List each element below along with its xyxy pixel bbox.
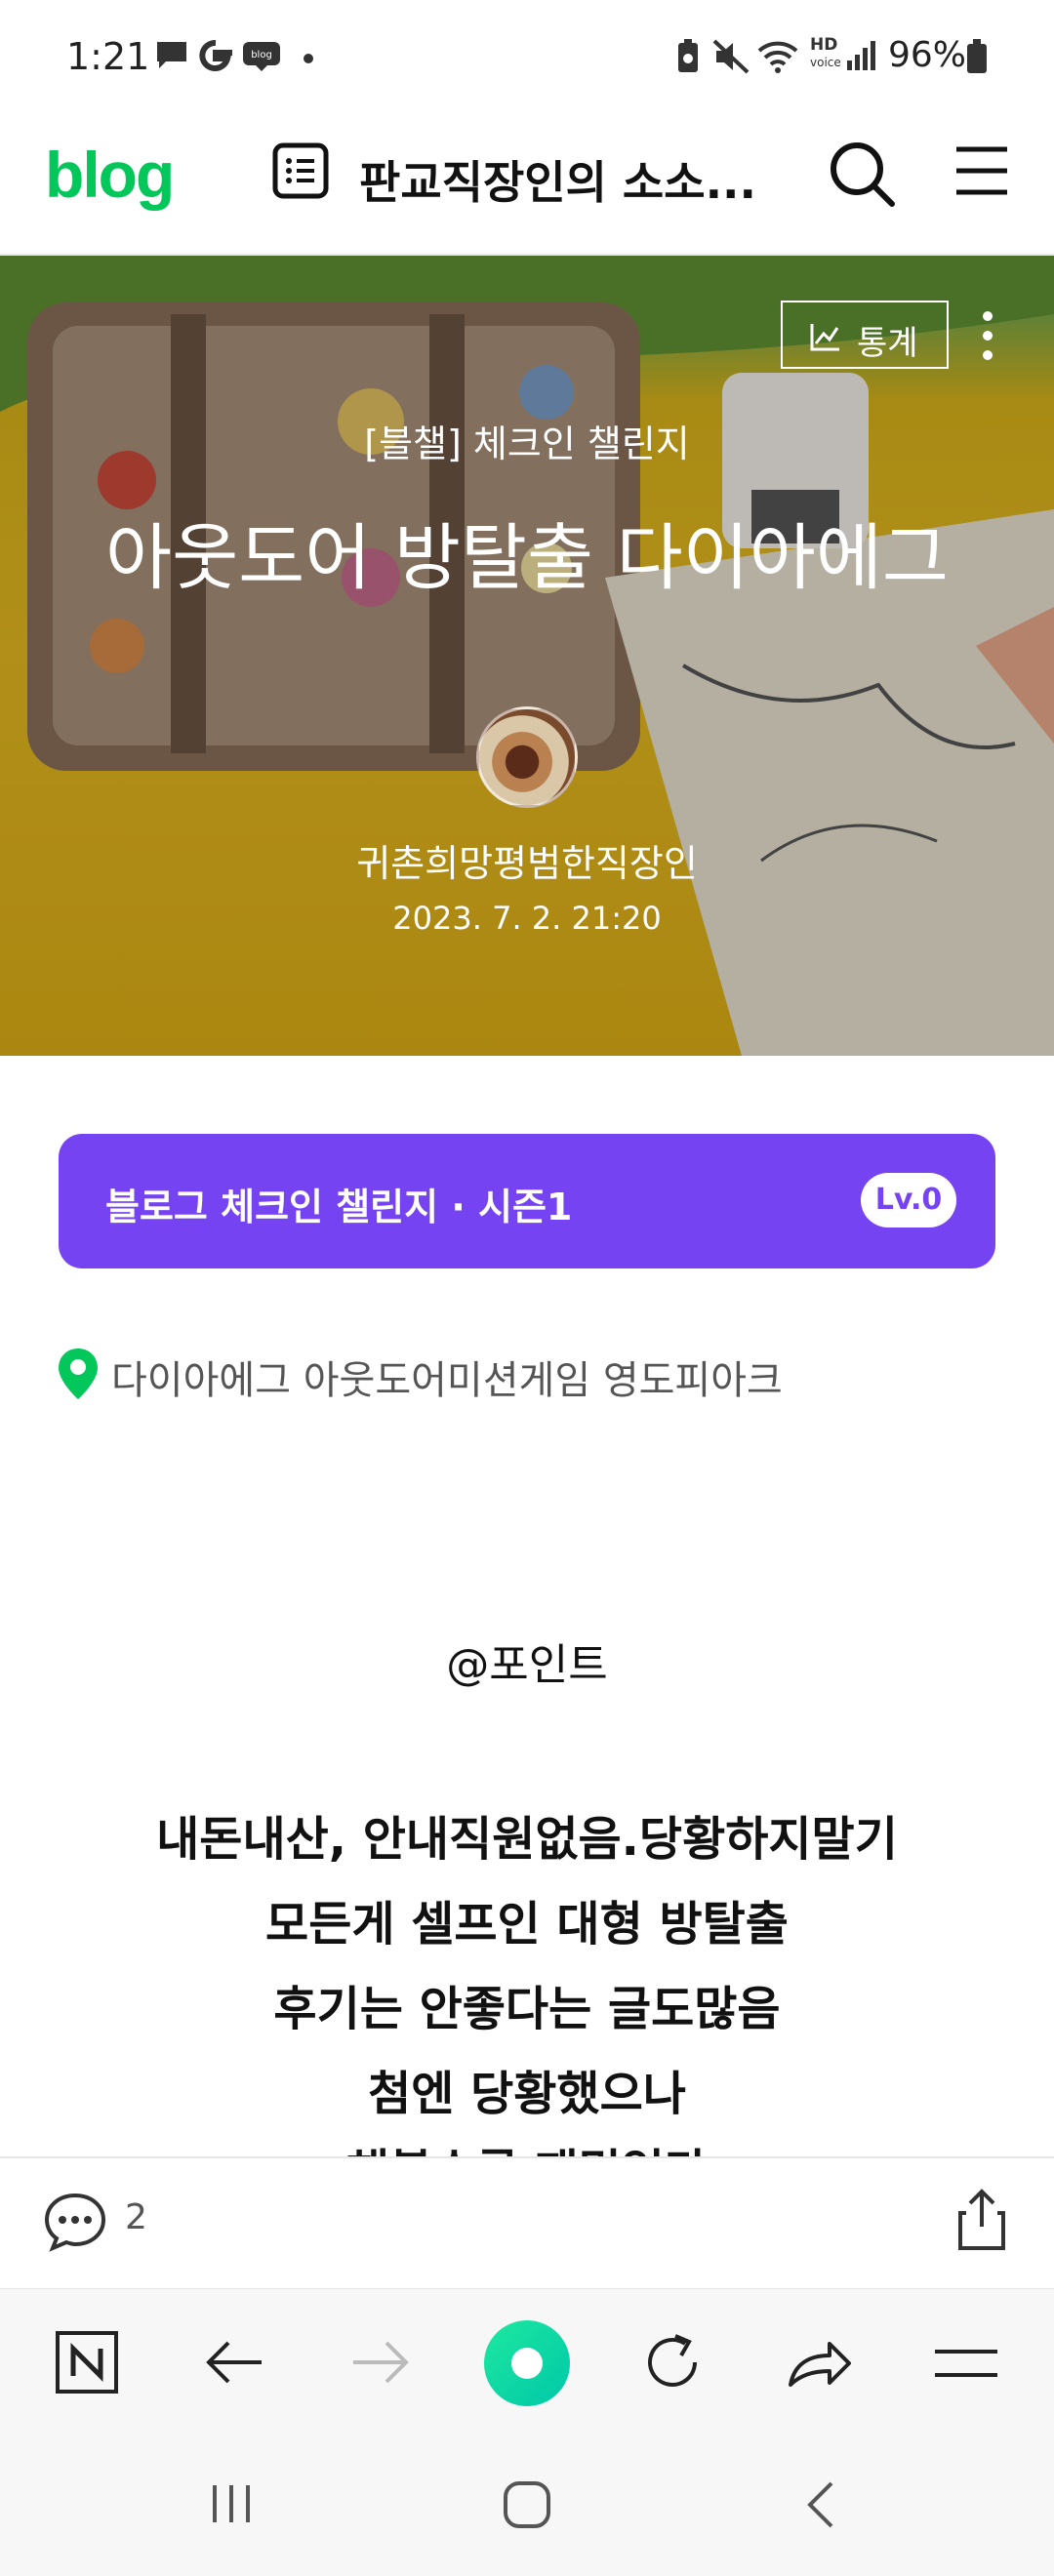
forward-arrow-icon[interactable] <box>351 2338 410 2387</box>
recent-apps-icon[interactable] <box>209 2481 254 2526</box>
body-line: 첨엔 당황했으나 <box>368 2067 686 2121</box>
post-hero: 통계 [블챌] 체크인 챌린지 아웃도어 방탈출 다이아에그 귀촌희망평범한직장… <box>0 256 1054 1056</box>
signal-icon <box>847 41 875 70</box>
body-line: 후기는 안좋다는 글도많음 <box>273 1982 781 2036</box>
location-pin-icon <box>59 1348 98 1399</box>
post-category[interactable]: [블챌] 체크인 챌린지 <box>0 414 1054 467</box>
status-bar: 1:21 blog HD voice 96% <box>0 0 1054 112</box>
android-navigation-bar <box>0 2435 1054 2576</box>
menu-icon[interactable] <box>954 141 1009 200</box>
hd-voice-icon: HD voice <box>810 35 841 70</box>
challenge-label: 블로그 체크인 챌린지 · 시즌1 <box>105 1186 573 1228</box>
body-line: 해볼수록 재밌었다 <box>0 2137 1054 2158</box>
post-date: 2023. 7. 2. 21:20 <box>392 900 662 937</box>
location-text: 다이아에그 아웃도어미션게임 영도피아크 <box>111 1358 783 1403</box>
back-arrow-icon[interactable] <box>205 2338 264 2387</box>
point-heading: @포인트 <box>446 1640 608 1690</box>
blog-icon: blog <box>243 42 280 71</box>
stats-label: 통계 <box>857 324 918 363</box>
home-button-icon[interactable] <box>502 2479 552 2530</box>
battery-percentage: 96% <box>888 35 967 75</box>
refresh-icon[interactable] <box>640 2330 705 2395</box>
stats-button[interactable]: 통계 <box>781 301 949 369</box>
body-line: 내돈내산, 안내직원없음.당황하지말기 <box>156 1812 898 1867</box>
green-dot-home-icon[interactable] <box>482 2318 572 2408</box>
browser-toolbar <box>0 2288 1054 2435</box>
author-name[interactable]: 귀촌희망평범한직장인 <box>0 833 1054 887</box>
battery-saver-icon <box>678 39 698 72</box>
back-nav-icon[interactable] <box>804 2479 837 2530</box>
svg-text:blog: blog <box>251 50 272 60</box>
blog-title[interactable]: 판교직장인의 소소... <box>359 147 756 212</box>
author-avatar[interactable] <box>476 706 578 808</box>
battery-icon <box>967 39 987 73</box>
share-forward-icon[interactable] <box>787 2336 853 2389</box>
body-line: 모든게 셀프인 대형 방탈출 <box>265 1897 789 1952</box>
dot-icon <box>304 54 313 63</box>
post-title: 아웃도어 방탈출 다이아에그 <box>104 516 949 600</box>
comment-bar: 2 <box>0 2156 1054 2285</box>
naver-n-icon[interactable] <box>55 2330 119 2395</box>
blog-logo[interactable]: blog <box>45 138 175 212</box>
search-icon[interactable] <box>828 140 896 208</box>
wifi-icon <box>757 41 798 73</box>
message-icon <box>157 42 186 68</box>
list-icon[interactable] <box>271 141 330 200</box>
chart-up-icon <box>810 324 839 351</box>
share-icon[interactable] <box>954 2188 1009 2252</box>
level-badge: Lv.0 <box>861 1173 956 1228</box>
body-clip: 해볼수록 재밌었다 <box>0 2137 1054 2158</box>
checkin-challenge-banner[interactable]: 블로그 체크인 챌린지 · 시즌1 Lv.0 <box>59 1134 995 1268</box>
comment-count[interactable]: 2 <box>125 2197 147 2237</box>
google-icon <box>199 40 232 71</box>
status-time: 1:21 <box>66 35 150 78</box>
comment-icon[interactable] <box>43 2192 107 2252</box>
browser-menu-icon[interactable] <box>933 2344 999 2383</box>
more-options-icon[interactable] <box>976 306 999 365</box>
blog-header: blog 판교직장인의 소소... <box>0 112 1054 256</box>
mute-icon <box>712 39 750 74</box>
